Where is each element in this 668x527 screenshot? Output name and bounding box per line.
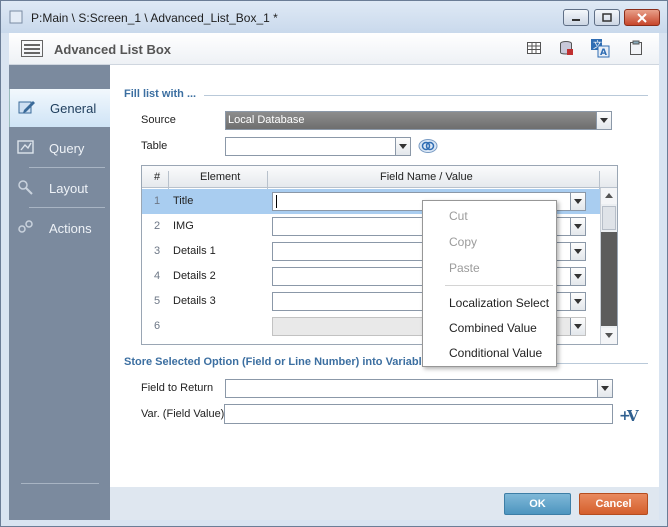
row-number: 5 [154,295,161,307]
row-element: IMG [173,220,194,232]
svg-text:V: V [626,407,639,424]
source-select[interactable]: Local Database [225,111,612,130]
clipboard-icon[interactable] [628,40,644,56]
field-to-return-select[interactable] [225,379,613,398]
row-number: 2 [154,220,161,232]
row-number: 6 [154,320,161,332]
app-icon [9,10,23,24]
variable-picker-icon[interactable]: + V [618,404,640,424]
sidebar-item-layout[interactable]: Layout [9,169,110,207]
link-icon[interactable] [418,138,438,154]
grid-scrollbar[interactable] [600,188,617,344]
sidebar: General Query Layout Actions [9,65,110,520]
title-bar[interactable]: P:Main \ S:Screen_1 \ Advanced_List_Box_… [1,1,667,33]
main-panel: Fill list with ... Source Local Database… [110,65,659,487]
col-header-number: # [154,171,161,183]
maximize-icon [602,13,612,22]
ok-button[interactable]: OK [504,493,571,515]
sidebar-item-label: General [50,101,97,116]
menu-separator [445,285,553,286]
context-menu: Cut Copy Paste Localization Select Combi… [422,200,557,367]
close-button[interactable] [624,9,660,26]
chevron-down-icon[interactable] [596,112,611,129]
sidebar-item-label: Actions [49,221,92,236]
menu-item-paste: Paste [449,261,480,275]
col-header-element: Element [200,171,241,183]
sidebar-divider [21,483,99,484]
actions-icon [18,220,33,233]
sidebar-item-actions[interactable]: Actions [9,209,110,247]
menu-item-copy: Copy [449,235,478,249]
chevron-down-icon[interactable] [570,218,585,235]
field-to-return-label: Field to Return [141,382,214,394]
sidebar-divider [29,207,105,208]
window-title: P:Main \ S:Screen_1 \ Advanced_List_Box_… [31,11,278,25]
header-bar: Advanced List Box 文 A [9,33,659,65]
grid-header: # Element Field Name / Value [142,166,617,193]
store-section-title: Store Selected Option (Field or Line Num… [124,356,428,368]
layout-icon [18,180,33,195]
var-field-value-input[interactable] [224,404,613,424]
general-edit-icon [18,101,35,114]
sidebar-divider [29,167,105,168]
sidebar-item-label: Query [49,141,85,156]
chevron-down-icon [570,318,585,335]
chevron-down-icon[interactable] [570,193,585,210]
sidebar-item-general[interactable]: General [9,89,110,127]
sidebar-item-query[interactable]: Query [9,129,110,167]
chevron-down-icon[interactable] [597,380,612,397]
var-field-value-label: Var. (Field Value) [141,408,225,420]
minimize-button[interactable] [563,9,589,26]
scroll-track[interactable] [601,232,617,326]
row-element: Title [173,195,194,207]
minimize-icon [572,18,580,21]
row-element: Details 3 [173,295,216,307]
menu-item-conditional-value[interactable]: Conditional Value [449,346,542,360]
row-element: Details 1 [173,245,216,257]
cancel-button[interactable]: Cancel [579,493,648,515]
chevron-down-icon[interactable] [570,293,585,310]
page-title: Advanced List Box [54,42,172,57]
list-box-icon [21,40,43,57]
scroll-up-icon[interactable] [601,188,617,204]
menu-item-cut: Cut [449,209,468,223]
scroll-down-icon[interactable] [601,328,617,344]
menu-item-localization-select[interactable]: Localization Select [449,296,549,310]
sidebar-item-label: Layout [49,181,89,196]
maximize-button[interactable] [594,9,620,26]
source-value: Local Database [228,114,305,126]
chevron-down-icon[interactable] [570,268,585,285]
database-icon[interactable] [558,40,574,56]
dialog-window: P:Main \ S:Screen_1 \ Advanced_List_Box_… [0,0,668,527]
col-header-field-value: Field Name / Value [380,171,473,183]
fill-section-title: Fill list with ... [124,88,197,100]
chevron-down-icon[interactable] [570,243,585,260]
dialog-footer: OK Cancel [110,487,659,520]
section-divider [204,95,648,96]
table-label: Table [141,140,168,152]
query-icon [17,140,34,154]
close-icon [637,12,647,23]
table-icon[interactable] [526,40,542,56]
text-cursor [276,195,277,208]
source-label: Source [141,114,176,126]
scroll-thumb[interactable] [602,206,616,230]
svg-text:A: A [600,48,607,58]
translate-icon[interactable]: 文 A [590,38,610,58]
row-number: 4 [154,270,161,282]
menu-item-combined-value[interactable]: Combined Value [449,321,537,335]
table-select[interactable] [225,137,411,156]
row-number: 1 [154,195,161,207]
row-element: Details 2 [173,270,216,282]
chevron-down-icon[interactable] [395,138,410,155]
row-number: 3 [154,245,161,257]
